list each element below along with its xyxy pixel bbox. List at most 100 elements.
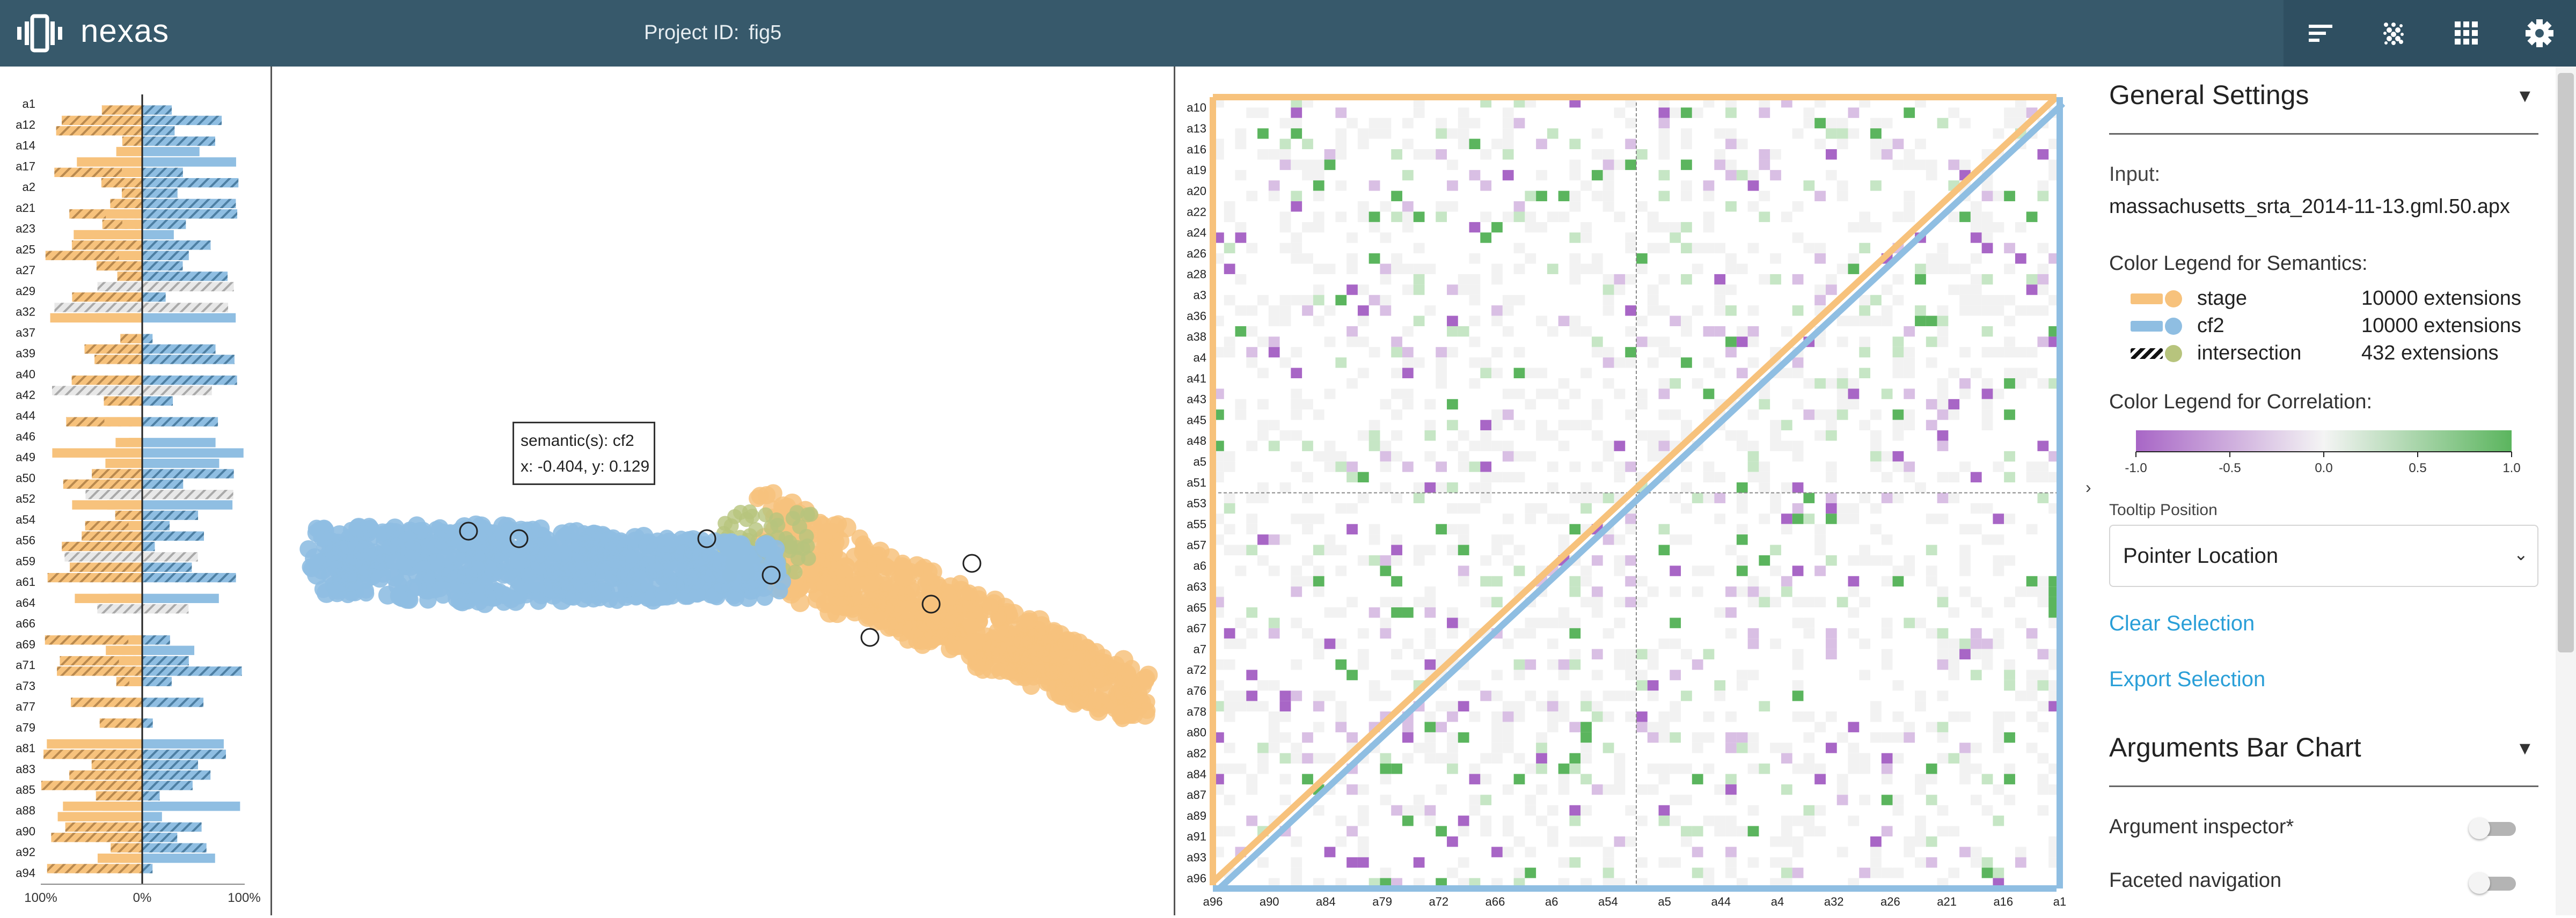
correlation-cell[interactable] <box>1591 597 1603 607</box>
correlation-cell[interactable] <box>1368 420 1380 431</box>
correlation-cell[interactable] <box>1558 774 1570 784</box>
correlation-cell[interactable] <box>1235 618 1247 628</box>
correlation-cell[interactable] <box>1904 211 1915 222</box>
correlation-cell[interactable] <box>1915 774 1926 784</box>
correlation-cell[interactable] <box>1714 274 1726 285</box>
correlation-cell[interactable] <box>1447 315 1458 326</box>
correlation-cell[interactable] <box>1658 440 1670 451</box>
correlation-cell[interactable] <box>1670 315 1681 326</box>
correlation-cell[interactable] <box>2026 274 2038 285</box>
correlation-cell[interactable] <box>1781 420 1792 431</box>
cf2-bar[interactable] <box>142 303 229 312</box>
argument-label[interactable]: a66 <box>16 617 35 630</box>
correlation-cell[interactable] <box>1424 420 1436 431</box>
correlation-cell[interactable] <box>1926 576 1937 587</box>
correlation-cell[interactable] <box>2037 243 2049 254</box>
correlation-cell[interactable] <box>2037 461 2049 472</box>
correlation-cell[interactable] <box>1502 138 1514 150</box>
correlation-cell[interactable] <box>1803 618 1815 628</box>
correlation-cell[interactable] <box>1614 555 1626 566</box>
correlation-cell[interactable] <box>1257 149 1269 160</box>
matrix-row-label[interactable]: a7 <box>1194 642 1206 656</box>
correlation-cell[interactable] <box>1569 763 1581 774</box>
correlation-cell[interactable] <box>1714 128 1726 139</box>
correlation-cell[interactable] <box>1670 107 1681 118</box>
correlation-cell[interactable] <box>1658 711 1670 722</box>
correlation-cell[interactable] <box>1580 566 1592 576</box>
correlation-cell[interactable] <box>1836 774 1848 784</box>
intersection-point[interactable] <box>801 550 816 566</box>
correlation-cell[interactable] <box>1825 420 1837 431</box>
correlation-cell[interactable] <box>1602 357 1614 368</box>
correlation-cell[interactable] <box>1246 545 1258 555</box>
argument-label[interactable]: a59 <box>16 554 35 568</box>
correlation-cell[interactable] <box>1781 211 1792 222</box>
correlation-cell[interactable] <box>1380 451 1392 462</box>
correlation-cell[interactable] <box>1981 347 1993 358</box>
correlation-cell[interactable] <box>2015 347 2026 358</box>
correlation-cell[interactable] <box>2004 670 2015 680</box>
argument-label[interactable]: a64 <box>16 596 35 609</box>
correlation-cell[interactable] <box>1926 263 1937 274</box>
correlation-cell[interactable] <box>1302 222 1313 233</box>
correlation-cell[interactable] <box>1402 117 1414 129</box>
correlation-cell[interactable] <box>1380 201 1392 212</box>
correlation-cell[interactable] <box>1625 326 1636 337</box>
correlation-cell[interactable] <box>1525 368 1536 379</box>
correlation-cell[interactable] <box>1235 763 1247 774</box>
correlation-cell[interactable] <box>1257 763 1269 774</box>
correlation-cell[interactable] <box>1970 763 1982 774</box>
correlation-cell[interactable] <box>1825 493 1837 503</box>
correlation-cell[interactable] <box>1313 451 1324 462</box>
correlation-cell[interactable] <box>1536 138 1547 150</box>
cf2-point[interactable] <box>484 562 504 582</box>
correlation-cell[interactable] <box>1324 149 1336 160</box>
correlation-cell[interactable] <box>2037 274 2049 285</box>
correlation-cell[interactable] <box>1859 638 1871 649</box>
correlation-cell[interactable] <box>1948 368 1960 379</box>
correlation-cell[interactable] <box>1692 107 1703 118</box>
correlation-cell[interactable] <box>1870 555 1882 566</box>
matrix-col-label[interactable]: a84 <box>1316 895 1336 908</box>
stage-point[interactable] <box>1020 612 1038 630</box>
correlation-cell[interactable] <box>1313 586 1324 597</box>
correlation-cell[interactable] <box>1814 243 1826 254</box>
correlation-cell[interactable] <box>1714 284 1726 295</box>
correlation-cell[interactable] <box>1313 409 1324 420</box>
correlation-cell[interactable] <box>1380 263 1392 274</box>
correlation-cell[interactable] <box>1825 649 1837 660</box>
correlation-cell[interactable] <box>1948 670 1960 680</box>
correlation-cell[interactable] <box>1547 618 1558 628</box>
correlation-cell[interactable] <box>1658 107 1670 118</box>
correlation-cell[interactable] <box>1814 430 1826 441</box>
correlation-cell[interactable] <box>1625 232 1636 243</box>
correlation-cell[interactable] <box>1569 618 1581 628</box>
correlation-cell[interactable] <box>1413 149 1425 160</box>
matrix-row-label[interactable]: a38 <box>1187 330 1206 343</box>
correlation-cell[interactable] <box>1268 347 1280 358</box>
correlation-cell[interactable] <box>1246 357 1258 368</box>
correlation-cell[interactable] <box>1625 691 1636 701</box>
correlation-cell[interactable] <box>1380 232 1392 243</box>
correlation-cell[interactable] <box>1502 440 1514 451</box>
correlation-cell[interactable] <box>1881 826 1893 836</box>
correlation-cell[interactable] <box>1602 868 1614 878</box>
correlation-cell[interactable] <box>1291 368 1302 379</box>
correlation-cell[interactable] <box>1224 493 1235 503</box>
cf2-point[interactable] <box>692 572 712 592</box>
correlation-cell[interactable] <box>1547 722 1558 732</box>
correlation-cell[interactable] <box>1513 670 1525 680</box>
correlation-cell[interactable] <box>1313 170 1324 181</box>
correlation-cell[interactable] <box>1580 493 1592 503</box>
correlation-cell[interactable] <box>1224 263 1235 274</box>
correlation-cell[interactable] <box>1235 326 1247 337</box>
correlation-cell[interactable] <box>1436 347 1447 358</box>
correlation-cell[interactable] <box>1447 711 1458 722</box>
correlation-cell[interactable] <box>1658 336 1670 347</box>
stage-bar[interactable] <box>57 812 143 821</box>
correlation-cell[interactable] <box>1313 180 1324 191</box>
correlation-cell[interactable] <box>1825 378 1837 389</box>
correlation-cell[interactable] <box>1614 472 1626 483</box>
correlation-cell[interactable] <box>1658 138 1670 150</box>
stage-bar[interactable] <box>69 770 142 780</box>
